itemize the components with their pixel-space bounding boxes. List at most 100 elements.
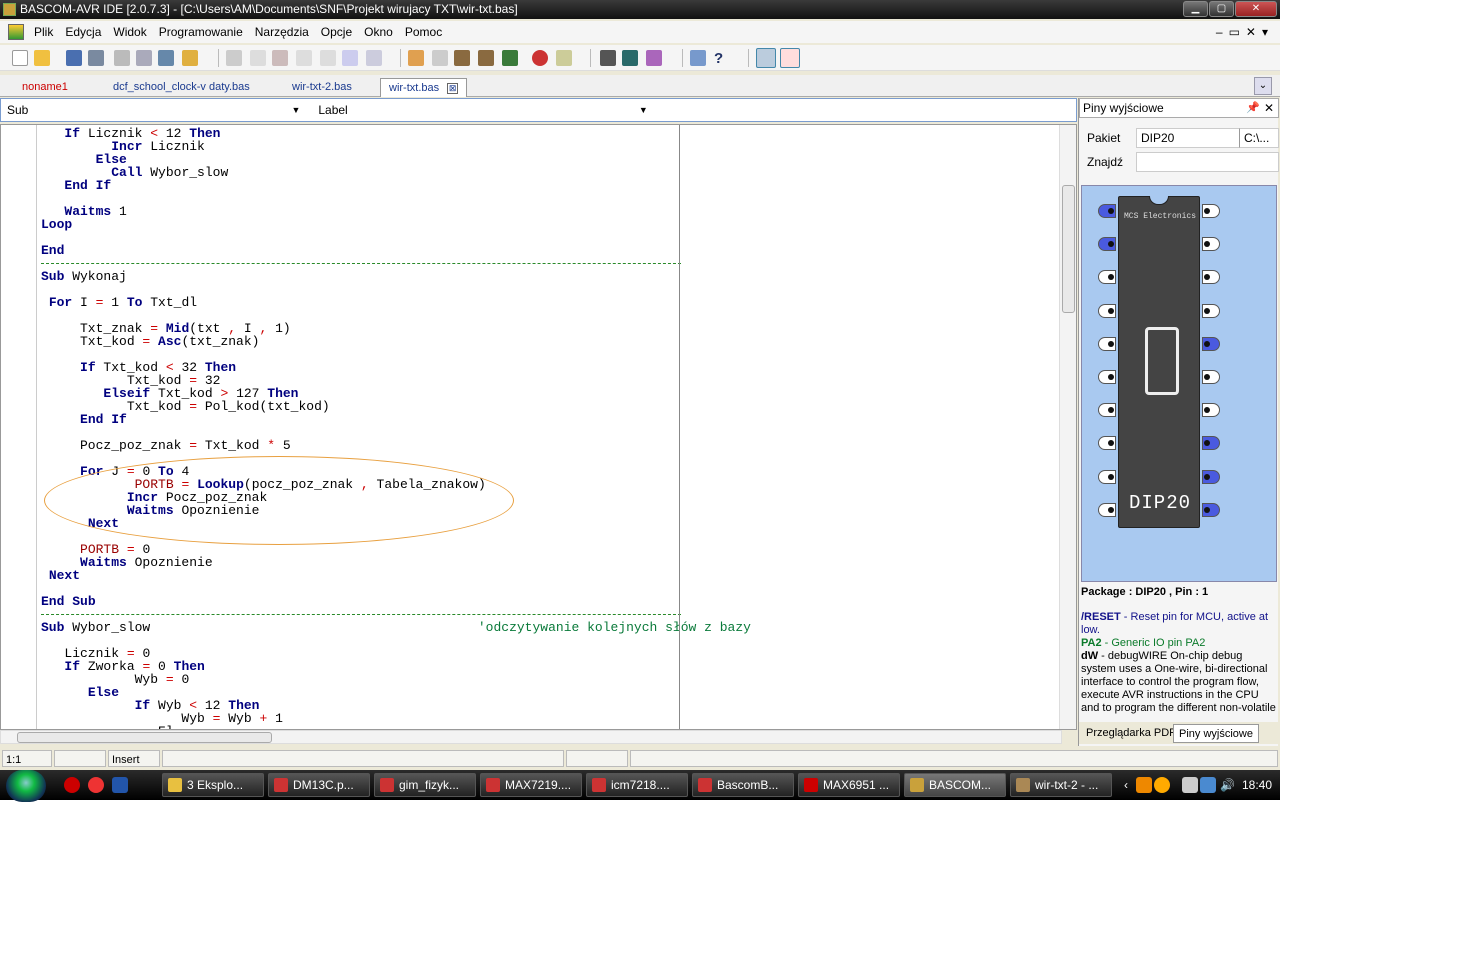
package-dropdown[interactable]: C:\...: [1239, 128, 1279, 148]
chip-pin-left[interactable]: [1098, 204, 1116, 218]
close-file-icon[interactable]: [158, 50, 174, 66]
indent-icon[interactable]: [296, 50, 312, 66]
code-editor[interactable]: If Licznik < 12 Then Incr Licznik Else C…: [0, 124, 1077, 730]
code-line[interactable]: Call Wybor_slow: [41, 166, 751, 179]
code-line[interactable]: For I = 1 To Txt_dl: [41, 296, 751, 309]
quicklaunch-icon[interactable]: [112, 777, 128, 793]
chrome-icon[interactable]: [88, 777, 104, 793]
start-button[interactable]: [6, 770, 46, 802]
code-line[interactable]: [41, 231, 751, 244]
code-line[interactable]: Sub Wybor_slow 'odczytywanie kolejnych s…: [41, 621, 751, 634]
code-line[interactable]: End Sub: [41, 595, 751, 608]
code-line[interactable]: Sub Wykonaj: [41, 270, 751, 283]
code-line[interactable]: End If: [41, 413, 751, 426]
info-icon[interactable]: [690, 50, 706, 66]
chip-pin-left[interactable]: [1098, 403, 1116, 418]
opera-icon[interactable]: [64, 777, 80, 793]
code-line[interactable]: Loop: [41, 218, 751, 231]
print-icon[interactable]: [114, 50, 130, 66]
chip-pin-right[interactable]: [1202, 303, 1220, 318]
taskbar-item[interactable]: DM13C.p...: [268, 773, 370, 797]
mdi-controls[interactable]: –▭✕▾: [1216, 25, 1274, 39]
code-line[interactable]: Wyb = 0: [41, 673, 751, 686]
tab-pdf-viewer[interactable]: Przeglądarka PDF: [1081, 724, 1181, 743]
pin-icon[interactable]: 📌: [1246, 99, 1260, 117]
save-all-icon[interactable]: [88, 50, 104, 66]
taskbar-item[interactable]: BASCOM...: [904, 773, 1006, 797]
menu-pomoc[interactable]: Pomoc: [399, 25, 448, 39]
copy-icon[interactable]: [250, 50, 266, 66]
menu-plik[interactable]: Plik: [28, 25, 59, 39]
maximize-button[interactable]: ▢: [1209, 1, 1234, 17]
tab-close-icon[interactable]: ⊠: [447, 82, 459, 94]
sub-combo[interactable]: ▼: [34, 100, 304, 120]
tab-pin-view[interactable]: Piny wyjściowe: [1173, 724, 1259, 743]
new-file-icon[interactable]: [12, 50, 28, 66]
chip-pin-right[interactable]: [1202, 436, 1220, 451]
tab-wir-txt[interactable]: wir-txt.bas ⊠: [380, 78, 468, 97]
print-preview-icon[interactable]: [136, 50, 152, 66]
paste-icon[interactable]: [272, 50, 288, 66]
menu-opcje[interactable]: Opcje: [315, 25, 358, 39]
tab-noname1[interactable]: noname1: [14, 78, 76, 97]
vertical-scrollbar[interactable]: [1059, 125, 1076, 729]
minimize-button[interactable]: ▁: [1183, 1, 1208, 17]
code-text[interactable]: If Licznik < 12 Then Incr Licznik Else C…: [41, 127, 751, 729]
search-input[interactable]: [1136, 152, 1279, 172]
code-line[interactable]: [41, 582, 751, 595]
chip-pin-left[interactable]: [1098, 469, 1116, 484]
chip-pin-left[interactable]: [1098, 502, 1116, 517]
tray-app-icon[interactable]: [1200, 777, 1216, 793]
cut-icon[interactable]: [226, 50, 242, 66]
chip-pin-right[interactable]: [1202, 469, 1220, 484]
options-icon[interactable]: [556, 50, 572, 66]
clock[interactable]: 18:40: [1242, 770, 1272, 800]
code-line[interactable]: [41, 192, 751, 205]
chip-pin-left[interactable]: [1098, 270, 1116, 285]
menu-narzedzia[interactable]: Narzędzia: [249, 25, 315, 39]
taskbar-item[interactable]: gim_fizyk...: [374, 773, 476, 797]
tray-app-icon[interactable]: [1136, 777, 1152, 793]
save-icon[interactable]: [66, 50, 82, 66]
tray-app-icon[interactable]: [1154, 777, 1170, 793]
help-icon[interactable]: ?: [714, 50, 730, 67]
pin-view-icon[interactable]: [756, 48, 776, 68]
code-line[interactable]: Waitms 1: [41, 205, 751, 218]
find-next-icon[interactable]: [366, 50, 382, 66]
code-line[interactable]: Txt_kod = Asc(txt_znak): [41, 335, 751, 348]
chip-pin-left[interactable]: [1098, 370, 1116, 384]
package-field[interactable]: DIP20: [1136, 128, 1240, 148]
label-combo[interactable]: ▼: [362, 100, 652, 120]
menu-okno[interactable]: Okno: [358, 25, 399, 39]
tab-dcf-school-clock[interactable]: dcf_school_clock-v daty.bas: [105, 78, 258, 97]
scroll-thumb[interactable]: [17, 732, 272, 743]
code-line[interactable]: End If: [41, 179, 751, 192]
stop-icon[interactable]: [532, 50, 548, 66]
recent-files-icon[interactable]: [182, 50, 198, 66]
taskbar-item[interactable]: 3 Eksplo...: [162, 773, 264, 797]
chip-pin-right[interactable]: [1202, 204, 1220, 218]
compile-icon[interactable]: [408, 50, 424, 66]
taskbar-item[interactable]: icm7218....: [586, 773, 688, 797]
horizontal-scrollbar[interactable]: [0, 730, 1062, 744]
open-file-icon[interactable]: [34, 50, 50, 66]
tray-network-icon[interactable]: [1182, 777, 1198, 793]
chip-pin-right[interactable]: [1202, 370, 1220, 384]
chip-pin-right[interactable]: [1202, 270, 1220, 285]
menu-edycja[interactable]: Edycja: [59, 25, 107, 39]
code-line[interactable]: End: [41, 244, 751, 257]
terminal-icon[interactable]: [502, 50, 518, 66]
simulator-icon[interactable]: [646, 50, 662, 66]
program-chip-icon[interactable]: [478, 50, 494, 66]
syntax-check-icon[interactable]: [432, 50, 448, 66]
code-line[interactable]: [41, 608, 751, 621]
close-icon[interactable]: ✕: [1264, 99, 1274, 117]
taskbar-item[interactable]: MAX6951 ...: [798, 773, 900, 797]
taskbar-item[interactable]: MAX7219....: [480, 773, 582, 797]
find-icon[interactable]: [342, 50, 358, 66]
code-line[interactable]: [41, 257, 751, 270]
scroll-thumb[interactable]: [1062, 185, 1075, 313]
chip-pin-right[interactable]: [1202, 403, 1220, 418]
chip-pin-left[interactable]: [1098, 436, 1116, 451]
chip-pin-right[interactable]: [1202, 237, 1220, 252]
